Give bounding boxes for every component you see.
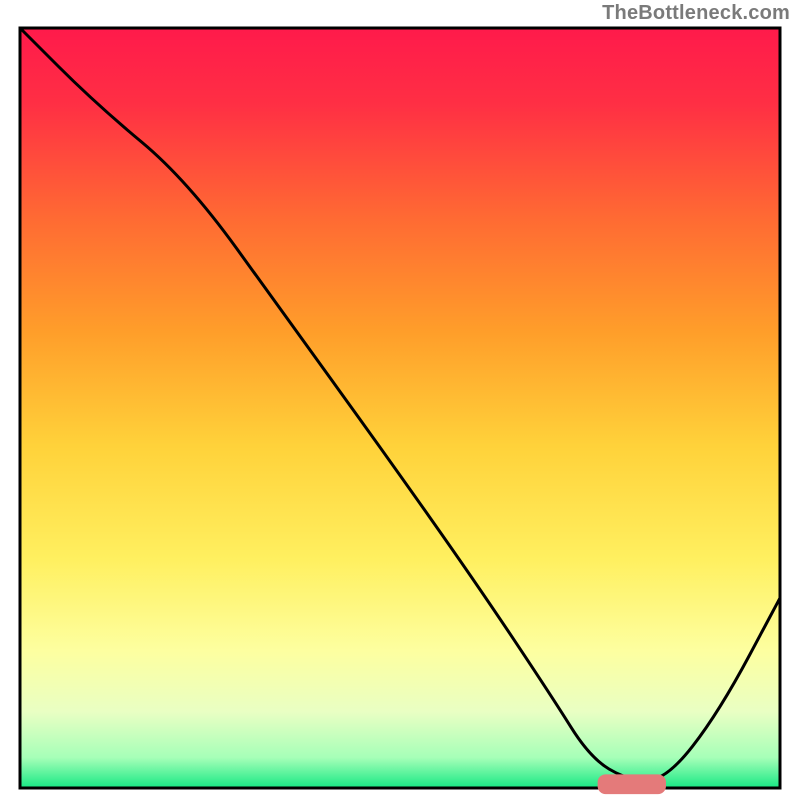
plot-background — [20, 28, 780, 788]
optimal-range-marker — [598, 774, 666, 794]
chart-stage: TheBottleneck.com — [0, 0, 800, 800]
bottleneck-plot — [0, 0, 800, 800]
